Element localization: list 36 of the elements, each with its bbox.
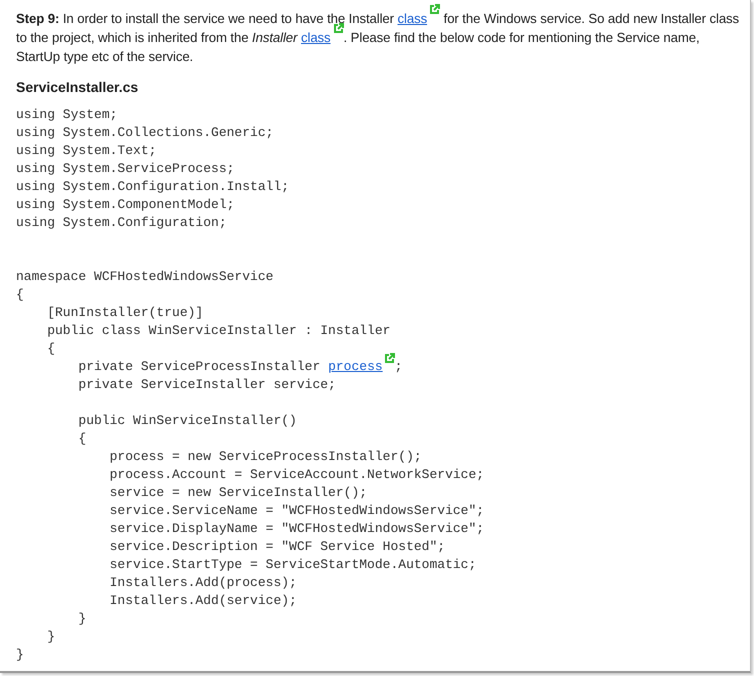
external-link-icon	[332, 23, 344, 34]
external-link-icon	[384, 353, 395, 364]
code-line: public class WinServiceInstaller : Installer	[46, 322, 392, 340]
code-line: service.Description = "WCF Service Hosted";	[108, 538, 446, 556]
code-line: {	[77, 430, 88, 448]
code-line: namespace WCFHostedWindowsService	[16, 268, 274, 286]
code-line: private ServiceProcessInstaller process ;	[16, 358, 740, 376]
code-line: Installers.Add(process);	[108, 574, 298, 592]
code-line: service = new ServiceInstaller();	[108, 484, 368, 502]
code-line: }	[77, 610, 88, 628]
code-link[interactable]: process	[328, 359, 383, 374]
code-line: process = new ServiceProcessInstaller();	[108, 448, 423, 466]
code-line: {	[46, 340, 56, 358]
code-line: process.Account = ServiceAccount.NetworkService;	[108, 466, 486, 484]
file-heading: ServiceInstaller.cs	[16, 78, 140, 97]
code-line: Installers.Add(service);	[108, 592, 298, 610]
code-line: private ServiceInstaller service;	[77, 376, 337, 394]
code-line: {	[16, 286, 25, 304]
code-line: using System.ComponentModel;	[16, 196, 236, 214]
code-line: [RunInstaller(true)]	[46, 304, 204, 322]
code-line: using System.Configuration;	[16, 214, 228, 232]
code-line: public WinServiceInstaller()	[77, 412, 298, 430]
code-line: }	[46, 628, 56, 646]
step-paragraph: Step 9: In order to install the service we need to have the Installer class for the Windows service. So add new Installer class to the project, which is inherited from the Installer class . Please find the below code for mentioning the Service name, StartUp type etc of the service.	[16, 9, 740, 66]
code-line: service.DisplayName = "WCFHostedWindowsService";	[108, 520, 486, 538]
code-line: using System.Collections.Generic;	[16, 124, 274, 142]
code-line: using System;	[16, 106, 118, 124]
code-line: }	[16, 646, 25, 664]
code-line: using System.Text;	[16, 142, 158, 160]
code-line: using System.ServiceProcess;	[16, 160, 236, 178]
code-line: using System.Configuration.Install;	[16, 178, 290, 196]
class-link[interactable]: class	[398, 11, 428, 26]
code-line: service.ServiceName = "WCFHostedWindowsService";	[108, 502, 486, 520]
external-link-icon	[429, 4, 440, 15]
class-link[interactable]: class	[301, 30, 331, 45]
code-line: service.StartType = ServiceStartMode.Automatic;	[108, 556, 478, 574]
